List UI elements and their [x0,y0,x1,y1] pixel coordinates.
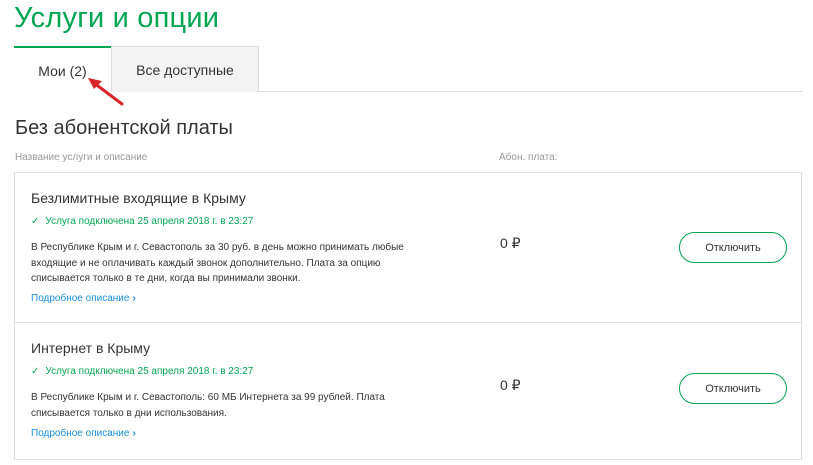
section-title: Без абонентской платы [15,117,233,139]
service-status-text: Услуга подключена 25 апреля 2018 г. в 23… [45,366,254,377]
red-arrow-icon [88,78,124,106]
service-status: ✓ Услуга подключена 25 апреля 2018 г. в … [31,366,253,377]
disable-button[interactable]: Отключить [679,373,787,404]
column-header-fee: Абон. плата: [499,152,558,163]
disable-button[interactable]: Отключить [679,232,787,263]
details-link[interactable]: Подробное описание › [31,428,136,439]
service-status-text: Услуга подключена 25 апреля 2018 г. в 23… [45,216,254,227]
details-link-label: Подробное описание [31,293,130,304]
chevron-right-icon: › [132,293,136,304]
check-icon: ✓ [31,366,40,377]
service-card: Безлимитные входящие в Крыму ✓ Услуга по… [14,172,802,323]
service-name: Интернет в Крыму [31,340,151,356]
tab-all-available[interactable]: Все доступные [111,46,259,92]
service-fee: 0 ₽ [500,377,521,393]
service-status: ✓ Услуга подключена 25 апреля 2018 г. в … [31,216,253,227]
column-header-name: Название услуги и описание [15,152,148,163]
details-link-label: Подробное описание [31,428,130,439]
tabs-bar: Мои (2) Все доступные [14,46,802,93]
details-link[interactable]: Подробное описание › [31,293,136,304]
service-name: Безлимитные входящие в Крыму [31,190,246,206]
service-description: В Республике Крым и г. Севастополь: 60 М… [31,392,385,419]
service-fee: 0 ₽ [500,235,521,251]
service-card: Интернет в Крыму ✓ Услуга подключена 25 … [14,322,802,460]
service-description: В Республике Крым и г. Севастополь за 30… [31,242,404,284]
page-title: Услуги и опции [14,2,220,34]
check-icon: ✓ [31,216,40,227]
chevron-right-icon: › [132,428,136,439]
